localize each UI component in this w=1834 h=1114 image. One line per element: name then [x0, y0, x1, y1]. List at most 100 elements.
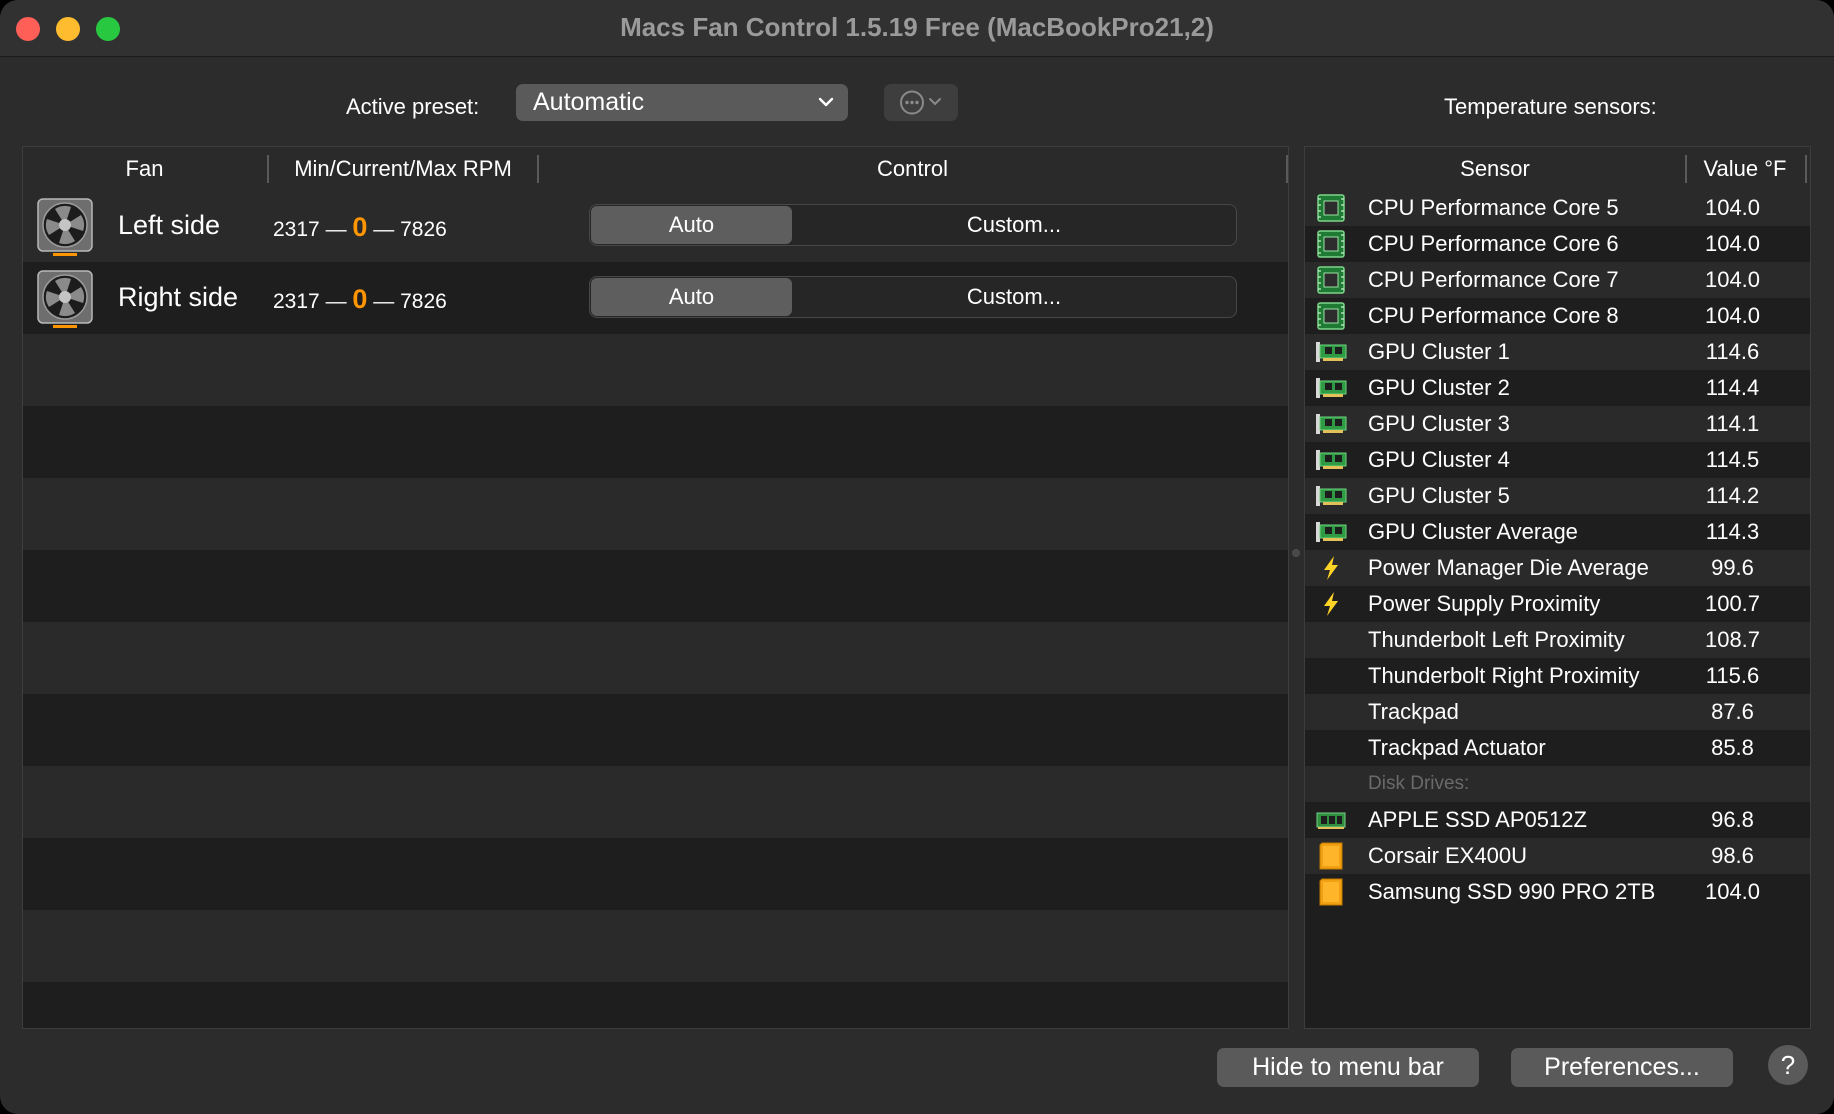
rpm-column-header[interactable]: Min/Current/Max RPM [269, 147, 537, 190]
group-label: Disk Drives: [1368, 773, 1470, 794]
cpu-chip-icon [1315, 229, 1347, 259]
sensor-row[interactable]: GPU Cluster Average 114.3 [1305, 514, 1810, 550]
sensor-name: CPU Performance Core 8 [1368, 303, 1619, 328]
active-preset-select[interactable]: Automatic [516, 84, 848, 121]
preferences-button[interactable]: Preferences... [1511, 1048, 1733, 1087]
rpm-readout: 2317 — 0 — 7826 [273, 284, 447, 315]
sensor-row[interactable]: Samsung SSD 990 PRO 2TB 104.0 [1305, 874, 1810, 910]
sensor-value: 114.4 [1705, 375, 1760, 400]
sensor-name: Corsair EX400U [1368, 843, 1527, 868]
sensor-row[interactable]: GPU Cluster 3 114.1 [1305, 406, 1810, 442]
fan-row-right-side[interactable]: Right side 2317 — 0 — 7826 Auto Custom..… [23, 262, 1288, 334]
sensor-row[interactable]: GPU Cluster 4 114.5 [1305, 442, 1810, 478]
fan-name: Left side [118, 210, 221, 240]
rpm-current: 0 [352, 284, 368, 314]
column-separator [1805, 155, 1807, 183]
auto-button[interactable]: Auto [591, 278, 792, 316]
sensor-row[interactable]: Power Supply Proximity 100.7 [1305, 586, 1810, 622]
chevron-down-icon [818, 97, 834, 107]
sensor-row[interactable]: CPU Performance Core 6 104.0 [1305, 226, 1810, 262]
sensor-row[interactable]: Trackpad 87.6 [1305, 694, 1810, 730]
ssd-module-icon [1315, 805, 1347, 835]
table-row [23, 910, 1288, 982]
sensor-name: Power Manager Die Average [1368, 555, 1649, 580]
cpu-chip-icon [1315, 301, 1347, 331]
rpm-max: 7826 [400, 218, 447, 241]
sensor-row[interactable]: APPLE SSD AP0512Z 96.8 [1305, 802, 1810, 838]
active-preset-value: Automatic [533, 88, 645, 116]
sensor-row[interactable]: GPU Cluster 5 114.2 [1305, 478, 1810, 514]
rpm-separator: — [325, 218, 347, 241]
control-column-header[interactable]: Control [539, 147, 1286, 190]
sensor-row[interactable]: GPU Cluster 1 114.6 [1305, 334, 1810, 370]
sensor-name: CPU Performance Core 7 [1368, 267, 1619, 292]
value-column-header[interactable]: Value °F [1687, 147, 1803, 190]
rpm-separator: — [325, 290, 347, 313]
table-row [23, 478, 1288, 550]
sensor-value: 87.6 [1711, 699, 1754, 724]
sensor-value: 85.8 [1711, 735, 1754, 760]
sensor-value: 114.5 [1705, 447, 1760, 472]
fan-column-header[interactable]: Fan [23, 147, 266, 190]
active-preset-label: Active preset: [346, 94, 480, 119]
sensor-value: 115.6 [1705, 663, 1760, 688]
temperature-sensors-label: Temperature sensors: [1444, 94, 1657, 119]
lightning-icon [1315, 589, 1347, 619]
sensor-row[interactable]: CPU Performance Core 7 104.0 [1305, 262, 1810, 298]
window-title: Macs Fan Control 1.5.19 Free (MacBookPro… [620, 12, 1214, 42]
gpu-card-icon [1315, 445, 1347, 475]
sensor-value: 114.1 [1705, 411, 1760, 436]
sensor-row[interactable]: CPU Performance Core 8 104.0 [1305, 298, 1810, 334]
sensor-value: 114.2 [1705, 483, 1760, 508]
sensor-value: 100.7 [1704, 591, 1761, 616]
gpu-card-icon [1315, 481, 1347, 511]
sensors-table: Sensor Value °F CPU Performance Core 5 10… [1304, 146, 1811, 1029]
sensor-row[interactable]: Thunderbolt Right Proximity 115.6 [1305, 658, 1810, 694]
fan-row-left-side[interactable]: Left side 2317 — 0 — 7826 Auto Custom... [23, 190, 1288, 262]
custom-button[interactable]: Custom... [792, 205, 1236, 245]
fan-icon [37, 198, 93, 256]
rpm-min: 2317 [273, 218, 320, 241]
cpu-chip-icon [1315, 193, 1347, 223]
fans-table: Fan Min/Current/Max RPM Control Left sid… [22, 146, 1289, 1029]
disk-drive-icon [1315, 877, 1347, 907]
sensor-value: 114.6 [1705, 339, 1760, 364]
sensor-value: 104.0 [1704, 879, 1761, 904]
sensors-table-header: Sensor Value °F [1305, 147, 1810, 191]
fan-control-segmented: Auto Custom... [589, 276, 1237, 318]
sensor-row[interactable]: Power Manager Die Average 99.6 [1305, 550, 1810, 586]
sensor-value: 104.0 [1704, 195, 1761, 220]
title-bar: Macs Fan Control 1.5.19 Free (MacBookPro… [0, 0, 1834, 57]
split-view-divider[interactable] [1292, 549, 1300, 557]
auto-button[interactable]: Auto [591, 206, 792, 244]
help-button[interactable]: ? [1768, 1045, 1808, 1085]
sensor-row[interactable]: Corsair EX400U 98.6 [1305, 838, 1810, 874]
table-row [23, 622, 1288, 694]
rpm-separator: — [373, 290, 395, 313]
sensor-column-header[interactable]: Sensor [1305, 147, 1685, 190]
hide-to-menu-bar-button[interactable]: Hide to menu bar [1217, 1048, 1479, 1087]
table-row [23, 838, 1288, 910]
fan-name: Right side [118, 282, 239, 312]
sensor-name: GPU Cluster Average [1368, 519, 1578, 544]
table-row [23, 550, 1288, 622]
sensor-group-header: Disk Drives: [1305, 766, 1810, 802]
sensor-value: 104.0 [1704, 267, 1761, 292]
custom-button[interactable]: Custom... [792, 277, 1236, 317]
table-row [23, 406, 1288, 478]
sensor-name: Samsung SSD 990 PRO 2TB [1368, 879, 1656, 904]
column-separator [1286, 155, 1288, 183]
rpm-min: 2317 [273, 290, 320, 313]
gpu-card-icon [1315, 409, 1347, 439]
sensor-row[interactable]: Thunderbolt Left Proximity 108.7 [1305, 622, 1810, 658]
sensor-row[interactable]: GPU Cluster 2 114.4 [1305, 370, 1810, 406]
ellipsis-circle-icon [900, 90, 941, 115]
sensor-row[interactable]: Trackpad Actuator 85.8 [1305, 730, 1810, 766]
sensor-name: Thunderbolt Left Proximity [1368, 627, 1625, 652]
sensor-name: Power Supply Proximity [1368, 591, 1601, 616]
preset-actions-button[interactable] [884, 84, 958, 121]
sensor-row[interactable]: CPU Performance Core 5 104.0 [1305, 190, 1810, 226]
fan-control-segmented: Auto Custom... [589, 204, 1237, 246]
rpm-readout: 2317 — 0 — 7826 [273, 212, 447, 243]
sensor-value: 114.3 [1705, 519, 1760, 544]
